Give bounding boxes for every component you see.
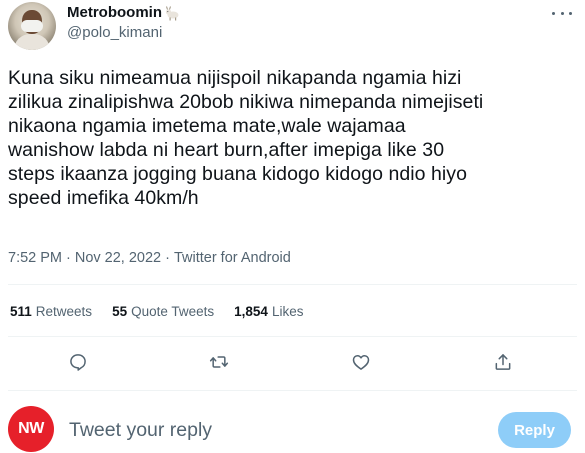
author-handle[interactable]: @polo_kimani bbox=[67, 24, 162, 42]
like-icon[interactable] bbox=[348, 349, 374, 375]
retweet-icon[interactable] bbox=[206, 349, 232, 375]
goat-emoji-icon bbox=[164, 5, 180, 21]
meta-separator: · bbox=[66, 250, 71, 266]
divider bbox=[8, 284, 577, 285]
tweet-date[interactable]: Nov 22, 2022 bbox=[75, 249, 161, 267]
tweet-stats: 511 Retweets 55 Quote Tweets 1,854 Likes bbox=[10, 303, 303, 320]
share-icon[interactable] bbox=[490, 349, 516, 375]
meta-separator: · bbox=[165, 250, 170, 266]
avatar-mask bbox=[21, 20, 43, 32]
reply-icon[interactable] bbox=[65, 349, 91, 375]
author-display-name[interactable]: Metroboomin bbox=[67, 4, 162, 22]
more-options-icon[interactable] bbox=[552, 6, 572, 20]
likes-stat[interactable]: 1,854 Likes bbox=[234, 303, 303, 320]
retweets-label: Retweets bbox=[35, 304, 93, 319]
tweet-time[interactable]: 7:52 PM bbox=[8, 249, 62, 267]
reply-button[interactable]: Reply bbox=[498, 412, 571, 448]
tweet-text: Kuna siku nimeamua nijispoil nikapanda n… bbox=[8, 67, 484, 209]
reply-user-avatar[interactable]: NW bbox=[8, 406, 54, 452]
tweet-actions-bar bbox=[0, 345, 585, 377]
avatar-shirt bbox=[14, 34, 50, 50]
author-avatar[interactable] bbox=[8, 2, 56, 50]
divider bbox=[8, 336, 577, 337]
divider bbox=[8, 390, 577, 391]
author-name-row[interactable]: Metroboomin bbox=[67, 4, 180, 22]
likes-label: Likes bbox=[271, 304, 304, 319]
quote-tweets-label: Quote Tweets bbox=[131, 304, 215, 319]
quote-tweets-count: 55 bbox=[112, 304, 128, 319]
quote-tweets-stat[interactable]: 55 Quote Tweets bbox=[112, 303, 214, 320]
tweet-source[interactable]: Twitter for Android bbox=[174, 249, 291, 267]
tweet-meta: 7:52 PM · Nov 22, 2022 · Twitter for And… bbox=[8, 249, 291, 267]
reply-input[interactable]: Tweet your reply bbox=[69, 418, 212, 442]
retweets-stat[interactable]: 511 Retweets bbox=[10, 303, 92, 320]
retweets-count: 511 bbox=[10, 304, 32, 319]
likes-count: 1,854 bbox=[234, 304, 268, 319]
